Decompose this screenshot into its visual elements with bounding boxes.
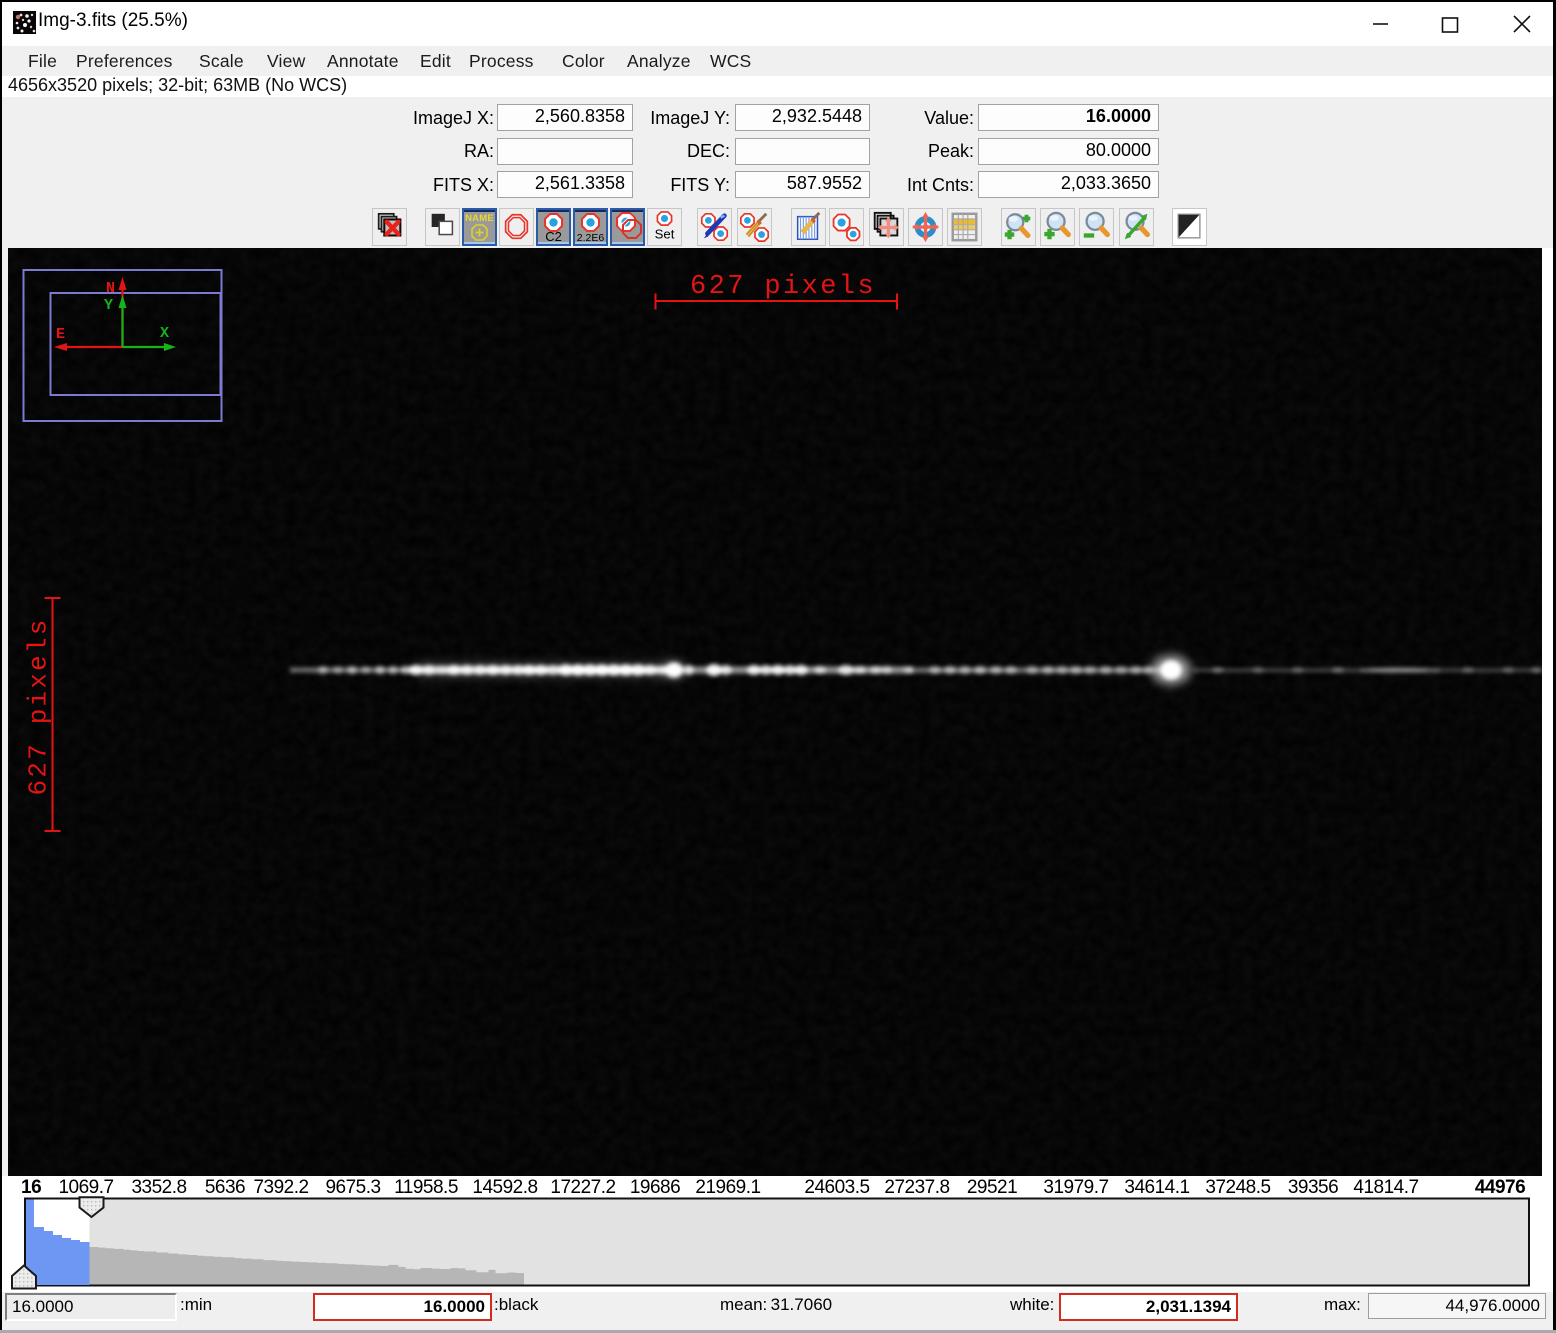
svg-text:627 pixels: 627 pixels bbox=[690, 272, 876, 302]
svg-text:X: X bbox=[160, 325, 169, 342]
svg-text:NAME: NAME bbox=[465, 213, 494, 224]
svg-text:Y: Y bbox=[104, 297, 113, 314]
svg-text:Set: Set bbox=[655, 226, 675, 241]
svg-text:627 pixels: 627 pixels bbox=[23, 617, 53, 795]
svg-text:C2: C2 bbox=[545, 229, 562, 244]
svg-text:N: N bbox=[106, 280, 115, 297]
svg-text:2.2E6: 2.2E6 bbox=[577, 232, 605, 244]
svg-text:E: E bbox=[56, 326, 65, 343]
